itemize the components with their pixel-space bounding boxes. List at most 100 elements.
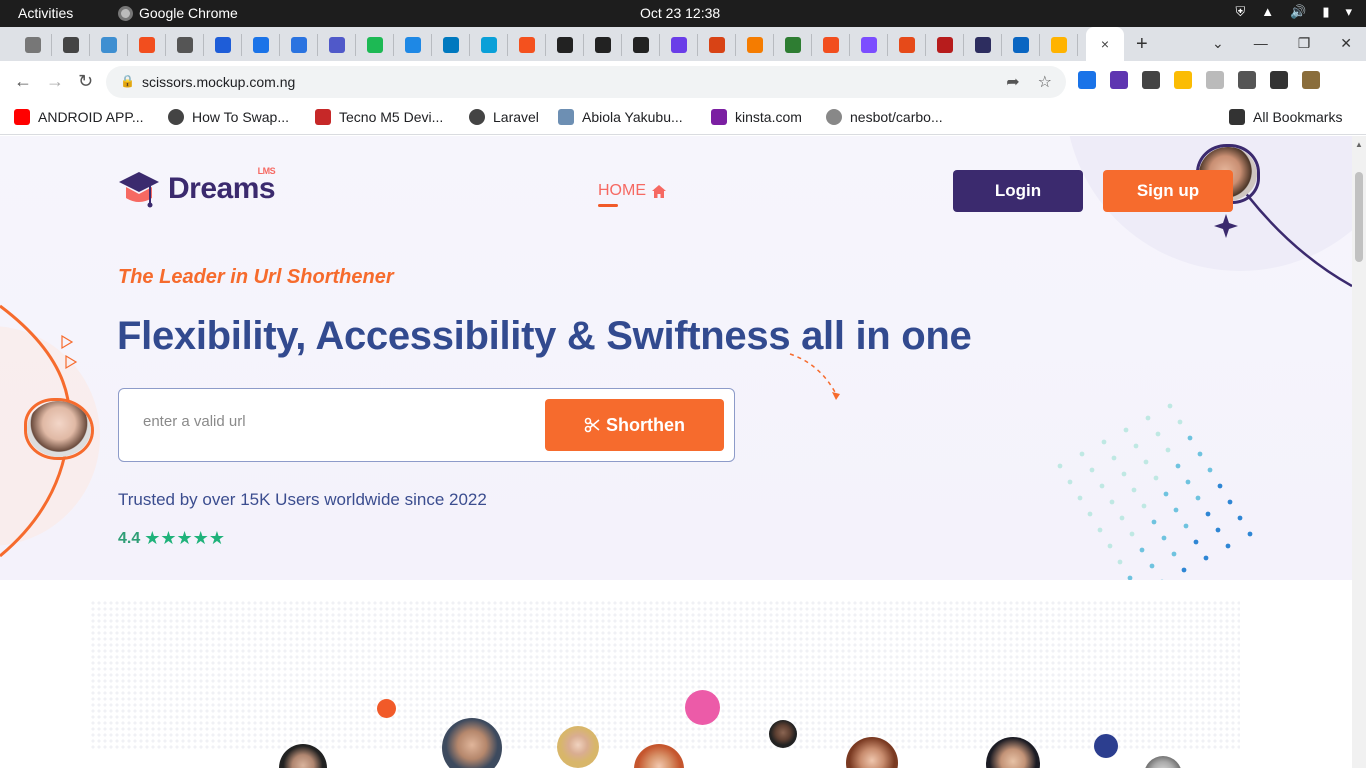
pinned-tab[interactable]: [90, 34, 128, 56]
tab-favicon-icon: [556, 37, 573, 53]
login-button[interactable]: Login: [953, 170, 1083, 212]
arrow-head-icon: [832, 392, 840, 400]
url-input[interactable]: [143, 413, 523, 430]
tab-search-icon[interactable]: ⌄: [1212, 35, 1224, 52]
pattern-dot: [1151, 519, 1157, 525]
reload-icon[interactable]: ↻: [78, 71, 93, 92]
bookmark-item[interactable]: How To Swap...: [168, 109, 289, 125]
pinned-tab[interactable]: [888, 34, 926, 56]
pinned-tab[interactable]: [394, 34, 432, 56]
tab-favicon-icon: [24, 37, 41, 53]
pinned-tab[interactable]: [242, 34, 280, 56]
minimize-icon[interactable]: —: [1254, 35, 1268, 52]
bookmark-item[interactable]: nesbot/carbo...: [826, 109, 943, 125]
pinned-tab[interactable]: [204, 34, 242, 56]
active-tab[interactable]: ×: [1086, 27, 1124, 61]
bookmark-item[interactable]: ANDROID APP...: [14, 109, 144, 125]
extension-icon[interactable]: [1174, 71, 1192, 89]
logo-text: Dreams LMS: [168, 166, 276, 205]
web-page: Dreams LMS HOME Login Sign up The Leader…: [0, 136, 1352, 768]
pattern-dot: [1133, 443, 1139, 449]
page-title: Flexibility, Accessibility & Swiftness a…: [117, 314, 972, 358]
pinned-tab[interactable]: [508, 34, 546, 56]
star-icon: ★: [208, 528, 225, 548]
maximize-icon[interactable]: ❐: [1298, 35, 1311, 52]
tab-favicon-icon: [214, 37, 231, 53]
tab-favicon-icon: [366, 37, 383, 53]
scrollbar-thumb[interactable]: [1355, 172, 1363, 262]
forward-icon[interactable]: →: [46, 71, 64, 92]
pinned-tab[interactable]: [166, 34, 204, 56]
extension-icon[interactable]: [1110, 71, 1128, 89]
pinned-tab[interactable]: [964, 34, 1002, 56]
youtube-icon: [14, 109, 30, 125]
system-tray[interactable]: ⛨ ▲ 🔊 ▮ ▾: [1235, 4, 1352, 20]
extension-icon[interactable]: [1270, 71, 1288, 89]
pinned-tab[interactable]: [736, 34, 774, 56]
signup-button[interactable]: Sign up: [1103, 170, 1233, 212]
pinned-tab[interactable]: [584, 34, 622, 56]
pattern-dot: [1111, 455, 1117, 461]
url-text[interactable]: scissors.mockup.com.ng: [142, 74, 295, 90]
extension-icon[interactable]: [1206, 71, 1224, 89]
pattern-dot: [1165, 447, 1171, 453]
extension-icon[interactable]: [1302, 71, 1320, 89]
bookmark-star-icon[interactable]: ☆: [1038, 72, 1052, 92]
extension-icon[interactable]: [1238, 71, 1256, 89]
pinned-tab[interactable]: [926, 34, 964, 56]
world-map-pattern: [90, 600, 1240, 750]
pinned-tab[interactable]: [546, 34, 584, 56]
pattern-dot: [1099, 483, 1105, 489]
bookmark-item[interactable]: Tecno M5 Devi...: [315, 109, 443, 125]
nav-home[interactable]: HOME: [598, 182, 666, 207]
app-menu[interactable]: Google Chrome: [118, 5, 238, 21]
tab-favicon-icon: [518, 37, 535, 53]
lock-icon[interactable]: 🔒: [120, 74, 135, 88]
pinned-tab[interactable]: [52, 34, 90, 56]
all-bookmarks[interactable]: All Bookmarks: [1229, 109, 1342, 125]
close-window-icon[interactable]: ✕: [1340, 35, 1352, 52]
pinned-tab[interactable]: [850, 34, 888, 56]
scroll-up-icon[interactable]: ▲: [1355, 140, 1363, 149]
pattern-dot: [1107, 543, 1113, 549]
pinned-tab[interactable]: [774, 34, 812, 56]
clock[interactable]: Oct 23 12:38: [640, 5, 720, 21]
extension-icon[interactable]: [1078, 71, 1096, 89]
pinned-tab[interactable]: [318, 34, 356, 56]
pattern-dot: [1197, 451, 1203, 457]
shorten-button[interactable]: Shorthen: [545, 399, 724, 451]
page-scrollbar[interactable]: ▲: [1352, 136, 1366, 768]
share-icon[interactable]: ➦: [1006, 72, 1019, 92]
pinned-tab[interactable]: [432, 34, 470, 56]
pinned-tab[interactable]: [356, 34, 394, 56]
close-tab-icon[interactable]: ×: [1101, 36, 1109, 52]
pinned-tab[interactable]: [812, 34, 850, 56]
globe-icon: [168, 109, 184, 125]
pinned-tab[interactable]: [1040, 34, 1078, 56]
pinned-tab[interactable]: [14, 34, 52, 56]
extension-icon[interactable]: [1142, 71, 1160, 89]
pinned-tab[interactable]: [698, 34, 736, 56]
site-logo[interactable]: Dreams LMS: [118, 166, 276, 208]
pattern-dot: [1227, 499, 1233, 505]
tab-favicon-icon: [1012, 37, 1029, 53]
network-icon: ▲: [1261, 4, 1275, 19]
pinned-tab[interactable]: [470, 34, 508, 56]
pinned-tab[interactable]: [280, 34, 318, 56]
bookmark-item[interactable]: Laravel: [469, 109, 539, 125]
pattern-dot: [1101, 439, 1107, 445]
address-bar[interactable]: 🔒 scissors.mockup.com.ng ➦ ☆: [106, 66, 1066, 98]
pinned-tab[interactable]: [128, 34, 166, 56]
hero-section: Dreams LMS HOME Login Sign up The Leader…: [0, 136, 1352, 580]
bookmark-item[interactable]: Abiola Yakubu...: [558, 109, 683, 125]
back-icon[interactable]: ←: [14, 71, 32, 92]
pinned-tab[interactable]: [660, 34, 698, 56]
pattern-dot: [1109, 499, 1115, 505]
activities-button[interactable]: Activities: [18, 5, 73, 21]
bookmark-item[interactable]: kinsta.com: [711, 109, 802, 125]
new-tab-button[interactable]: +: [1136, 33, 1148, 56]
pinned-tab[interactable]: [1002, 34, 1040, 56]
pinned-tab[interactable]: [622, 34, 660, 56]
user-avatar: [557, 726, 599, 768]
pattern-dot: [1175, 463, 1181, 469]
